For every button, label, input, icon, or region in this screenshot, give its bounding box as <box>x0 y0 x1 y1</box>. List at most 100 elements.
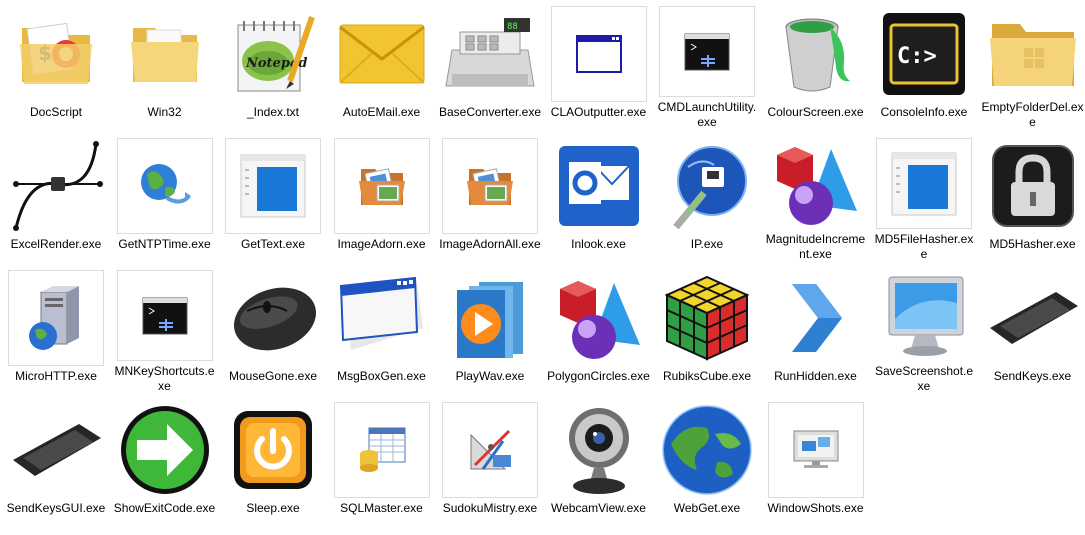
file-item[interactable]: ExcelRender.exe <box>4 134 108 262</box>
database-table-icon <box>333 402 430 498</box>
file-name-label: SaveScreenshot.exe <box>874 364 974 393</box>
file-item[interactable]: ColourScreen.exe <box>764 2 868 130</box>
file-name-label: ColourScreen.exe <box>767 105 864 119</box>
file-name-label: WindowShots.exe <box>767 501 864 515</box>
rubiks-cube-icon <box>659 270 755 366</box>
application-window-icon <box>225 138 321 234</box>
geometric-shapes-icon <box>551 270 647 366</box>
folder-icon <box>117 6 213 102</box>
command-prompt-icon: C:> <box>876 6 972 102</box>
file-name-label: SudokuMistry.exe <box>442 501 538 515</box>
file-name-label: Win32 <box>147 105 182 119</box>
file-item[interactable]: SaveScreenshot.exe <box>872 266 976 394</box>
media-player-icon <box>442 270 538 366</box>
file-item[interactable]: PlayWav.exe <box>438 266 542 394</box>
file-item[interactable]: AutoEMail.exe <box>330 2 434 130</box>
file-item[interactable]: Win32 <box>113 2 217 130</box>
webcam-icon <box>551 402 647 498</box>
file-item[interactable]: SendKeys.exe <box>981 266 1085 394</box>
file-name-label: SendKeys.exe <box>993 369 1072 383</box>
cash-register-icon: 88 <box>442 6 538 102</box>
file-name-label: _Index.txt <box>246 105 300 119</box>
file-name-label: ExcelRender.exe <box>10 237 102 251</box>
file-name-label: BaseConverter.exe <box>438 105 542 119</box>
padlock-icon <box>985 138 1081 234</box>
file-name-label: PolygonCircles.exe <box>547 369 650 383</box>
file-item[interactable]: PolygonCircles.exe <box>547 266 651 394</box>
power-button-icon <box>225 402 321 498</box>
file-item[interactable]: ImageAdorn.exe <box>330 134 434 262</box>
file-name-label: MNKeyShortcuts.exe <box>114 364 215 393</box>
file-name-label: ImageAdornAll.exe <box>439 237 541 251</box>
file-item[interactable]: Notepad _Index.txt <box>221 2 325 130</box>
file-name-label: ShowExitCode.exe <box>113 501 216 515</box>
keyboard-icon <box>985 270 1081 366</box>
file-item[interactable]: MicroHTTP.exe <box>4 266 108 394</box>
earth-globe-icon <box>659 402 755 498</box>
file-item[interactable]: SendKeysGUI.exe <box>4 398 108 526</box>
file-name-label: SQLMaster.exe <box>340 501 423 515</box>
file-item[interactable]: MD5Hasher.exe <box>981 134 1085 262</box>
file-item[interactable]: MsgBoxGen.exe <box>330 266 434 394</box>
file-name-label: CMDLaunchUtility.exe <box>657 100 757 129</box>
application-window-icon <box>876 138 972 229</box>
window-icon <box>550 6 647 102</box>
file-item[interactable]: SQLMaster.exe <box>330 398 434 526</box>
file-item[interactable]: C:> ConsoleInfo.exe <box>872 2 976 130</box>
file-item[interactable]: SudokuMistry.exe <box>438 398 542 526</box>
drafting-tools-icon <box>442 402 538 498</box>
keyboard-icon <box>8 402 104 498</box>
file-item[interactable]: WebcamView.exe <box>547 398 651 526</box>
file-item[interactable]: GetNTPTime.exe <box>113 134 217 262</box>
photo-folder-icon <box>333 138 430 234</box>
file-item[interactable]: WebGet.exe <box>655 398 759 526</box>
svg-text:C:>: C:> <box>897 44 937 69</box>
file-name-label: MouseGone.exe <box>228 369 318 383</box>
file-item[interactable]: EmptyFolderDel.exe <box>981 2 1085 130</box>
envelope-icon <box>334 6 430 102</box>
file-item[interactable]: RunHidden.exe <box>764 266 868 394</box>
file-item[interactable]: Sleep.exe <box>221 398 325 526</box>
file-item[interactable]: ShowExitCode.exe <box>113 398 217 526</box>
console-window-icon <box>659 6 755 97</box>
file-name-label: EmptyFolderDel.exe <box>981 100 1084 129</box>
mouse-icon <box>225 270 321 366</box>
file-name-label: RunHidden.exe <box>774 369 857 383</box>
file-name-label: Inlook.exe <box>571 237 626 251</box>
file-name-label: DocScript <box>29 105 82 119</box>
console-window-icon <box>116 270 213 361</box>
file-item[interactable]: MNKeyShortcuts.exe <box>113 266 217 394</box>
paint-bucket-icon <box>768 6 864 102</box>
web-server-icon <box>8 270 104 366</box>
file-item[interactable]: MagnitudeIncrement.exe <box>764 134 868 262</box>
window-screenshot-icon <box>767 402 864 498</box>
file-item[interactable]: MD5FileHasher.exe <box>872 134 976 262</box>
file-name-label: GetText.exe <box>240 237 306 251</box>
file-item[interactable]: RubiksCube.exe <box>655 266 759 394</box>
svg-text:88: 88 <box>507 22 518 32</box>
file-item[interactable]: ImageAdornAll.exe <box>438 134 542 262</box>
file-name-label: WebcamView.exe <box>551 501 646 515</box>
file-item[interactable]: MouseGone.exe <box>221 266 325 394</box>
file-item[interactable]: GetText.exe <box>221 134 325 262</box>
globe-network-icon <box>116 138 213 234</box>
green-arrow-icon <box>117 402 213 498</box>
monitor-icon <box>876 270 972 361</box>
file-item[interactable]: Inlook.exe <box>547 134 651 262</box>
file-name-label: GetNTPTime.exe <box>118 237 211 251</box>
message-box-icon <box>334 270 430 366</box>
file-item[interactable]: WindowShots.exe <box>764 398 868 526</box>
geometric-shapes-icon <box>768 138 864 229</box>
file-item[interactable]: $ DocScript <box>4 2 108 130</box>
file-name-label: AutoEMail.exe <box>342 105 421 119</box>
folder-with-documents-icon: $ <box>8 6 104 102</box>
notepad-plus-plus-icon: Notepad <box>225 6 321 102</box>
file-name-label: MsgBoxGen.exe <box>337 369 426 383</box>
file-item[interactable]: CMDLaunchUtility.exe <box>655 2 759 130</box>
file-name-label: Sleep.exe <box>246 501 300 515</box>
outlook-icon <box>551 138 647 234</box>
file-item[interactable]: CLAOutputter.exe <box>547 2 651 130</box>
file-item[interactable]: IP.exe <box>655 134 759 262</box>
yellow-folder-icon <box>985 6 1081 97</box>
file-item[interactable]: 88 BaseConverter.exe <box>438 2 542 130</box>
